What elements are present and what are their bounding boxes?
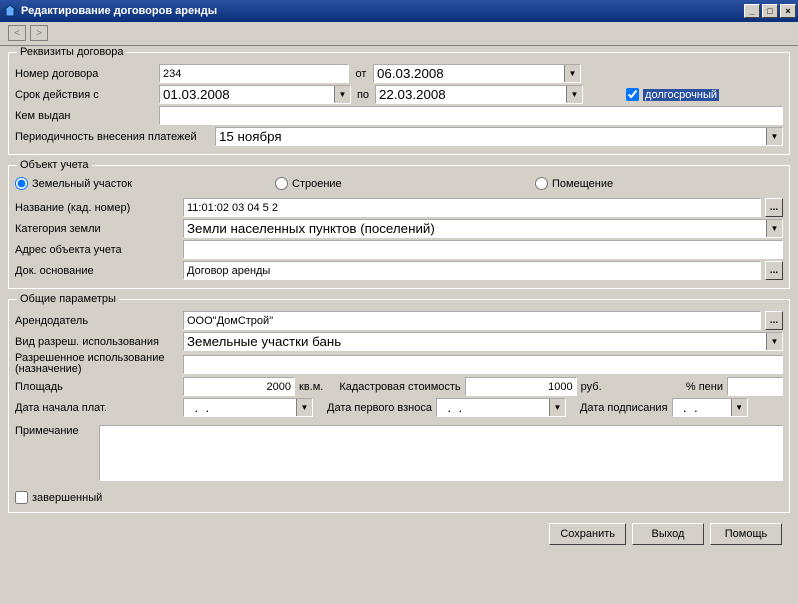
addr-label: Адрес объекта учета bbox=[15, 244, 179, 256]
common-group: Общие параметры Арендодатель ... Вид раз… bbox=[8, 293, 790, 513]
peni-label: % пени bbox=[686, 381, 723, 393]
peni-input[interactable] bbox=[727, 377, 783, 396]
save-button[interactable]: Сохранить bbox=[549, 523, 626, 545]
chevron-down-icon[interactable]: ▼ bbox=[766, 220, 782, 237]
minimize-button[interactable]: _ bbox=[744, 4, 760, 18]
cat-label: Категория земли bbox=[15, 223, 179, 235]
area-label: Площадь bbox=[15, 381, 179, 393]
chevron-down-icon[interactable]: ▼ bbox=[549, 399, 565, 416]
name-label: Название (кад. номер) bbox=[15, 202, 179, 214]
d3-field[interactable]: ▼ bbox=[672, 398, 748, 417]
kem-label: Кем выдан bbox=[15, 110, 155, 122]
button-bar: Сохранить Выход Помощь bbox=[8, 517, 790, 545]
exit-button[interactable]: Выход bbox=[632, 523, 704, 545]
chevron-down-icon[interactable]: ▼ bbox=[564, 65, 580, 82]
number-label: Номер договора bbox=[15, 68, 155, 80]
cat-select[interactable]: ▼ bbox=[183, 219, 783, 238]
d3-label: Дата подписания bbox=[580, 402, 668, 414]
lessor-lookup-button[interactable]: ... bbox=[765, 311, 783, 330]
perm-label: Разрешенное использование (назначение) bbox=[15, 353, 179, 375]
use-select[interactable]: ▼ bbox=[183, 332, 783, 351]
srok-label: Срок действия с bbox=[15, 89, 155, 101]
period-label: Периодичность внесения платежей bbox=[15, 131, 211, 143]
name-lookup-button[interactable]: ... bbox=[765, 198, 783, 217]
chevron-down-icon[interactable]: ▼ bbox=[334, 86, 350, 103]
requisites-legend: Реквизиты договора bbox=[17, 46, 126, 58]
note-label: Примечание bbox=[15, 425, 95, 437]
maximize-button[interactable]: □ bbox=[762, 4, 778, 18]
title-bar: Редактирование договоров аренды _ □ × bbox=[0, 0, 798, 22]
cad-input[interactable] bbox=[465, 377, 577, 396]
number-input[interactable] bbox=[159, 64, 349, 83]
requisites-group: Реквизиты договора Номер договора от ▼ С… bbox=[8, 46, 790, 155]
close-button[interactable]: × bbox=[780, 4, 796, 18]
chevron-down-icon[interactable]: ▼ bbox=[296, 399, 312, 416]
window-title: Редактирование договоров аренды bbox=[21, 5, 744, 17]
ot-label: от bbox=[353, 68, 369, 80]
help-button[interactable]: Помощь bbox=[710, 523, 782, 545]
chevron-down-icon[interactable]: ▼ bbox=[766, 333, 782, 350]
next-button[interactable]: > bbox=[30, 25, 48, 41]
doc-lookup-button[interactable]: ... bbox=[765, 261, 783, 280]
lessor-input[interactable] bbox=[183, 311, 761, 330]
nav-bar: < > bbox=[0, 22, 798, 46]
d1-label: Дата начала плат. bbox=[15, 402, 179, 414]
area-input[interactable] bbox=[183, 377, 295, 396]
app-icon bbox=[2, 3, 18, 19]
lessor-label: Арендодатель bbox=[15, 315, 179, 327]
d1-field[interactable]: ▼ bbox=[183, 398, 313, 417]
done-checkbox[interactable]: завершенный bbox=[15, 491, 102, 504]
object-legend: Объект учета bbox=[17, 159, 92, 171]
use-label: Вид разреш. использования bbox=[15, 336, 179, 348]
po-label: по bbox=[355, 89, 371, 101]
d2-field[interactable]: ▼ bbox=[436, 398, 566, 417]
date-from-field[interactable]: ▼ bbox=[159, 85, 351, 104]
longterm-checkbox[interactable]: долгосрочный bbox=[626, 88, 719, 101]
d2-label: Дата первого взноса bbox=[327, 402, 432, 414]
object-group: Объект учета Земельный участок Строение … bbox=[8, 159, 790, 289]
common-legend: Общие параметры bbox=[17, 293, 119, 305]
doc-input[interactable] bbox=[183, 261, 761, 280]
cad-unit: руб. bbox=[581, 381, 602, 393]
chevron-down-icon[interactable]: ▼ bbox=[566, 86, 582, 103]
date-ot-field[interactable]: ▼ bbox=[373, 64, 581, 83]
doc-label: Док. основание bbox=[15, 265, 179, 277]
radio-room[interactable]: Помещение bbox=[535, 177, 613, 190]
chevron-down-icon[interactable]: ▼ bbox=[731, 399, 747, 416]
chevron-down-icon[interactable]: ▼ bbox=[766, 128, 782, 145]
area-unit: кв.м. bbox=[299, 381, 323, 393]
date-to-field[interactable]: ▼ bbox=[375, 85, 583, 104]
name-input[interactable] bbox=[183, 198, 761, 217]
radio-land[interactable]: Земельный участок bbox=[15, 177, 275, 190]
cad-label: Кадастровая стоимость bbox=[339, 381, 460, 393]
kem-input[interactable] bbox=[159, 106, 783, 125]
radio-building[interactable]: Строение bbox=[275, 177, 535, 190]
perm-input[interactable] bbox=[183, 355, 783, 374]
prev-button[interactable]: < bbox=[8, 25, 26, 41]
note-textarea[interactable] bbox=[99, 425, 783, 481]
period-select[interactable]: ▼ bbox=[215, 127, 783, 146]
addr-input[interactable] bbox=[183, 240, 783, 259]
